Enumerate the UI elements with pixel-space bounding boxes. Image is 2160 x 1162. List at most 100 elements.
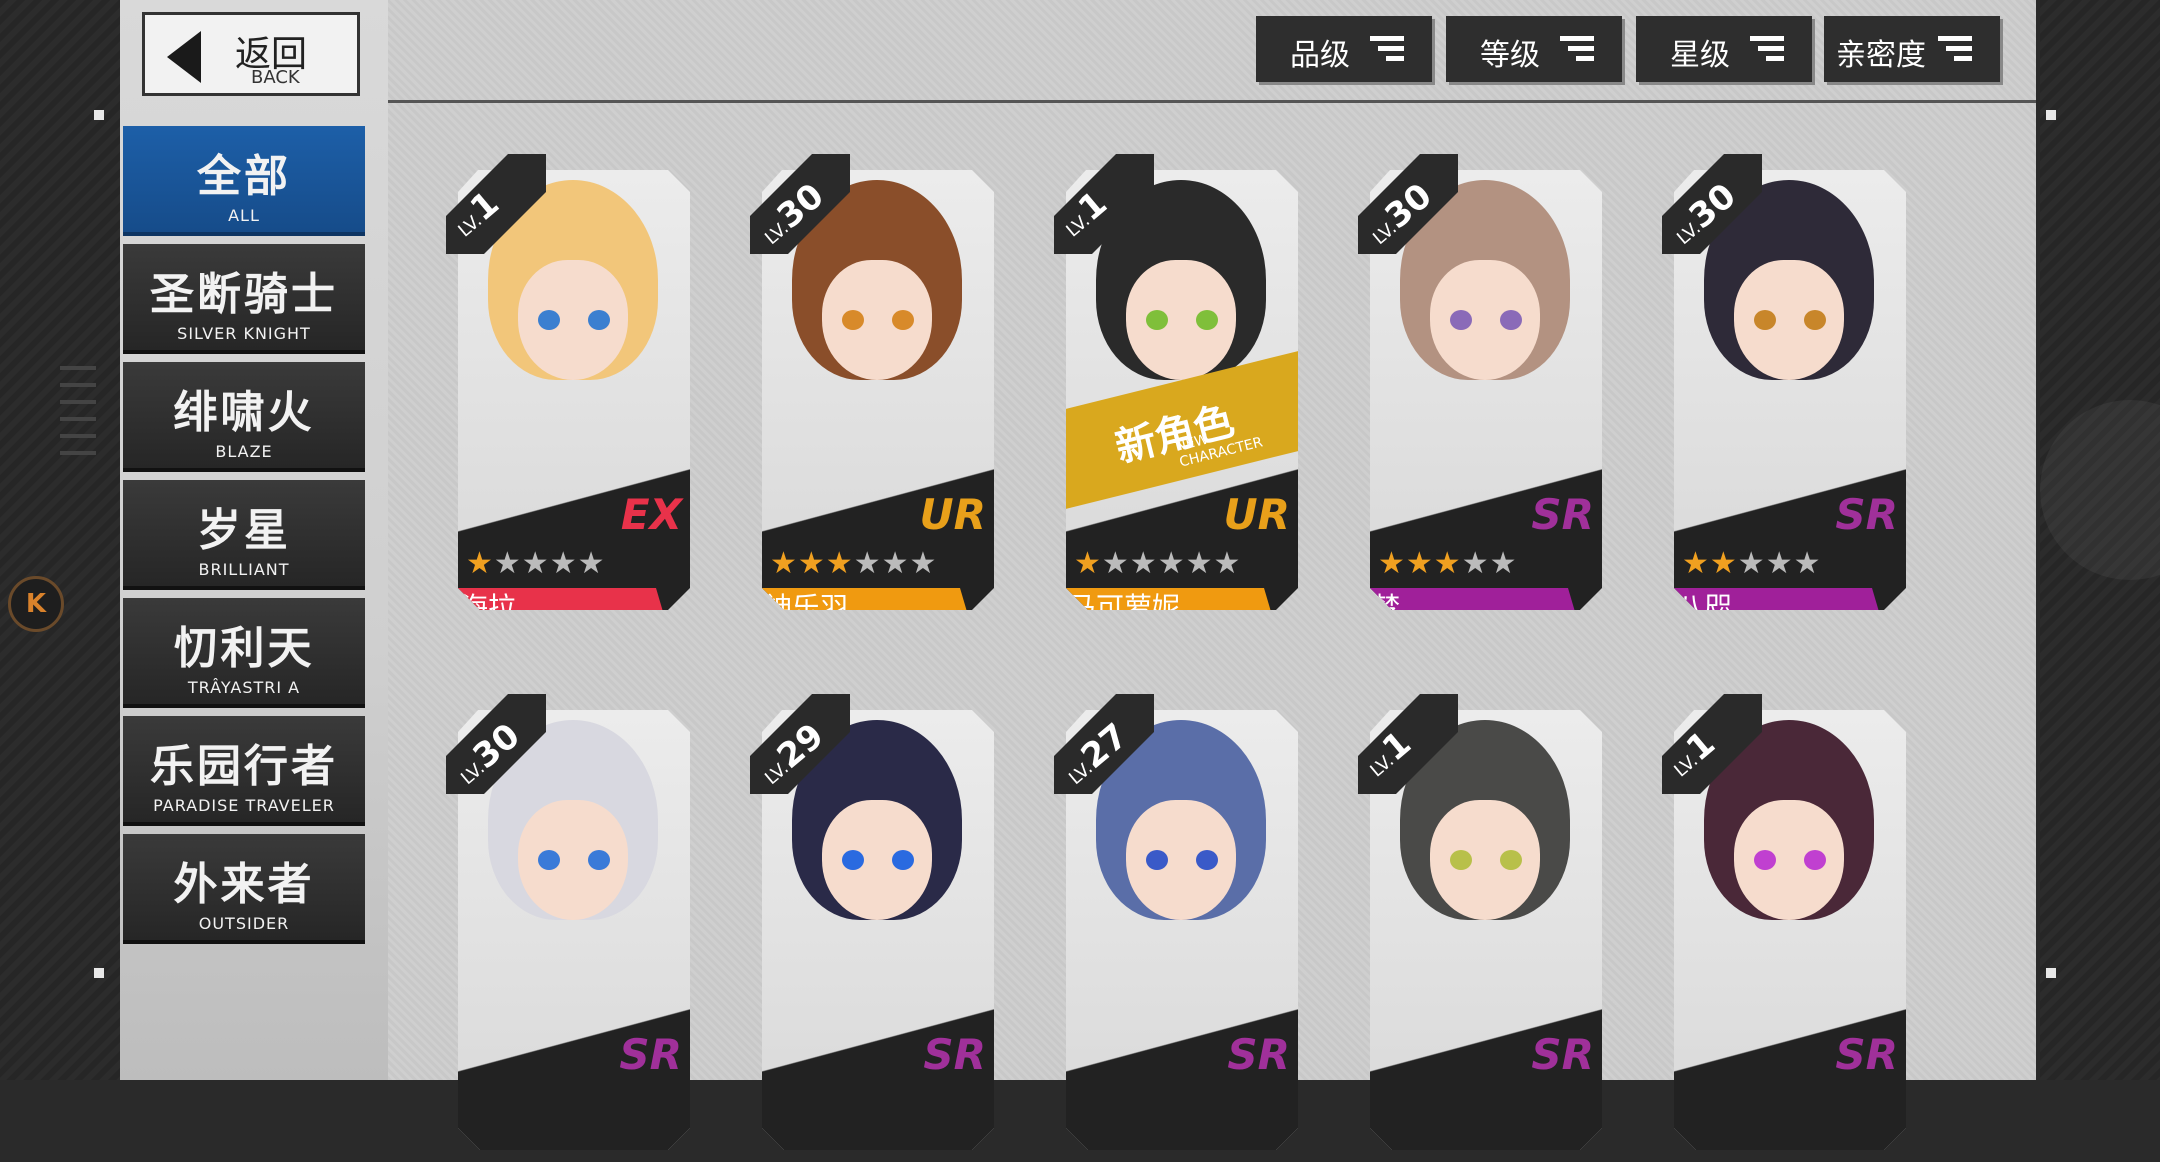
frame-dot	[94, 110, 104, 120]
category-trayastria[interactable]: 忉利天 TRÂYASTRI A	[123, 598, 365, 708]
portrait-eye	[1754, 310, 1776, 330]
category-label-zh: 绯啸火	[173, 387, 315, 438]
scroll-ticks	[60, 366, 96, 468]
stars-filled: ★★★	[770, 546, 854, 581]
frame-dot	[2046, 968, 2056, 978]
portrait-eye	[1500, 310, 1522, 330]
character-card[interactable]: UR ★★★★★★ 神乐羽 KAGURAHANE LV.30	[750, 140, 994, 622]
stars-empty: ★★★	[1737, 546, 1822, 581]
rarity-label: SR	[1835, 1030, 1898, 1079]
portrait-eye	[538, 310, 560, 330]
portrait-face	[1126, 800, 1236, 920]
frame-dot	[2046, 110, 2056, 120]
rarity-label: SR	[1835, 490, 1898, 539]
character-card[interactable]: SR ★★★★★ 梦 YUME LV.30	[1358, 140, 1602, 622]
category-label-zh: 乐园行者	[150, 741, 338, 792]
category-sidebar: 返回 BACK 全部 ALL 圣断骑士 SILVER KNIGHT 绯啸火 BL…	[120, 0, 391, 1080]
portrait-eye	[842, 310, 864, 330]
name-bar	[1370, 588, 1578, 610]
portrait-face	[1430, 800, 1540, 920]
portrait-eye	[1450, 850, 1472, 870]
rarity-label: EX	[620, 490, 682, 539]
sort-star-button[interactable]: 星级	[1636, 16, 1812, 82]
character-card[interactable]: SR LV.29	[750, 680, 994, 1162]
character-card[interactable]: SR LV.1	[1662, 680, 1906, 1162]
category-label-en: BLAZE	[215, 442, 273, 461]
back-button[interactable]: 返回 BACK	[142, 12, 360, 96]
portrait-eye	[892, 310, 914, 330]
sort-icon	[1750, 36, 1784, 62]
character-name-zh: 八咫	[1676, 591, 1733, 610]
star-rating: ★★★★★★	[1074, 546, 1241, 581]
sort-affection-button[interactable]: 亲密度	[1824, 16, 2000, 82]
back-arrow-icon	[167, 31, 201, 83]
category-label-zh: 圣断骑士	[150, 269, 338, 320]
character-list-panel: 品级 等级 星级 亲密度 EX ★★★★★ 海拉 HELA	[388, 0, 2036, 1150]
category-label-zh: 岁星	[197, 505, 291, 556]
portrait-face	[1734, 260, 1844, 380]
character-name-zh: 海拉	[460, 591, 517, 610]
right-frame	[2040, 0, 2160, 1080]
character-name-zh: 神乐羽	[764, 591, 849, 610]
back-label-en: BACK	[251, 67, 300, 88]
left-frame: K	[0, 0, 120, 1080]
character-card[interactable]: SR ★★★★★ 八咫 YATA LV.30	[1662, 140, 1906, 622]
portrait-eye	[842, 850, 864, 870]
portrait-eye	[1754, 850, 1776, 870]
category-label-en: OUTSIDER	[198, 914, 290, 933]
category-blaze[interactable]: 绯啸火 BLAZE	[123, 362, 365, 472]
star-rating: ★★★★★★	[770, 546, 937, 581]
decor-circle	[2040, 400, 2160, 580]
rarity-label: SR	[923, 1030, 986, 1079]
rarity-label: UR	[1223, 490, 1290, 539]
stars-empty: ★★★★	[493, 546, 606, 581]
portrait-eye	[1196, 310, 1218, 330]
character-card[interactable]: EX ★★★★★ 海拉 HELA LV.1	[446, 140, 690, 622]
category-brilliant[interactable]: 岁星 BRILLIANT	[123, 480, 365, 590]
sort-quality-button[interactable]: 品级	[1256, 16, 1432, 82]
portrait-face	[518, 800, 628, 920]
stars-empty: ★★★★★	[1101, 546, 1242, 581]
character-card[interactable]: SR LV.30	[446, 680, 690, 1162]
stars-filled: ★	[466, 546, 494, 581]
frame-dot	[94, 968, 104, 978]
stars-filled: ★	[1074, 546, 1102, 581]
portrait-face	[822, 800, 932, 920]
character-name-zh: 马可萝妮	[1068, 591, 1181, 610]
portrait-face	[1126, 260, 1236, 380]
rarity-label: SR	[1531, 1030, 1594, 1079]
sort-label: 等级	[1480, 38, 1540, 73]
category-label-en: ALL	[228, 206, 260, 225]
star-rating: ★★★★★	[466, 546, 605, 581]
category-paradise-traveler[interactable]: 乐园行者 PARADISE TRAVELER	[123, 716, 365, 826]
portrait-eye	[588, 850, 610, 870]
portrait-face	[1430, 260, 1540, 380]
stars-empty: ★★	[1461, 546, 1518, 581]
portrait-eye	[538, 850, 560, 870]
character-card[interactable]: SR LV.27	[1054, 680, 1298, 1162]
character-name-zh: 梦	[1372, 591, 1401, 610]
portrait-face	[822, 260, 932, 380]
header-divider	[388, 100, 2036, 103]
category-label-en: SILVER KNIGHT	[177, 324, 311, 343]
rarity-label: UR	[919, 490, 986, 539]
character-card[interactable]: 新角色 NEW CHARACTER UR ★★★★★★ 马可萝妮 MARCORO…	[1054, 140, 1298, 622]
category-outsider[interactable]: 外来者 OUTSIDER	[123, 834, 365, 944]
portrait-face	[518, 260, 628, 380]
stars-empty: ★★★	[853, 546, 938, 581]
sort-level-button[interactable]: 等级	[1446, 16, 1622, 82]
star-rating: ★★★★★	[1378, 546, 1517, 581]
rarity-label: SR	[619, 1030, 682, 1079]
category-silver-knight[interactable]: 圣断骑士 SILVER KNIGHT	[123, 244, 365, 354]
portrait-eye	[1146, 310, 1168, 330]
k-badge-icon[interactable]: K	[8, 576, 64, 632]
portrait-eye	[1500, 850, 1522, 870]
portrait-eye	[1804, 850, 1826, 870]
category-label-zh: 忉利天	[173, 623, 315, 674]
stars-filled: ★★★	[1378, 546, 1462, 581]
portrait-eye	[1196, 850, 1218, 870]
character-card[interactable]: SR LV.1	[1358, 680, 1602, 1162]
sort-icon	[1370, 36, 1404, 62]
category-all[interactable]: 全部 ALL	[123, 126, 365, 236]
portrait-eye	[1146, 850, 1168, 870]
